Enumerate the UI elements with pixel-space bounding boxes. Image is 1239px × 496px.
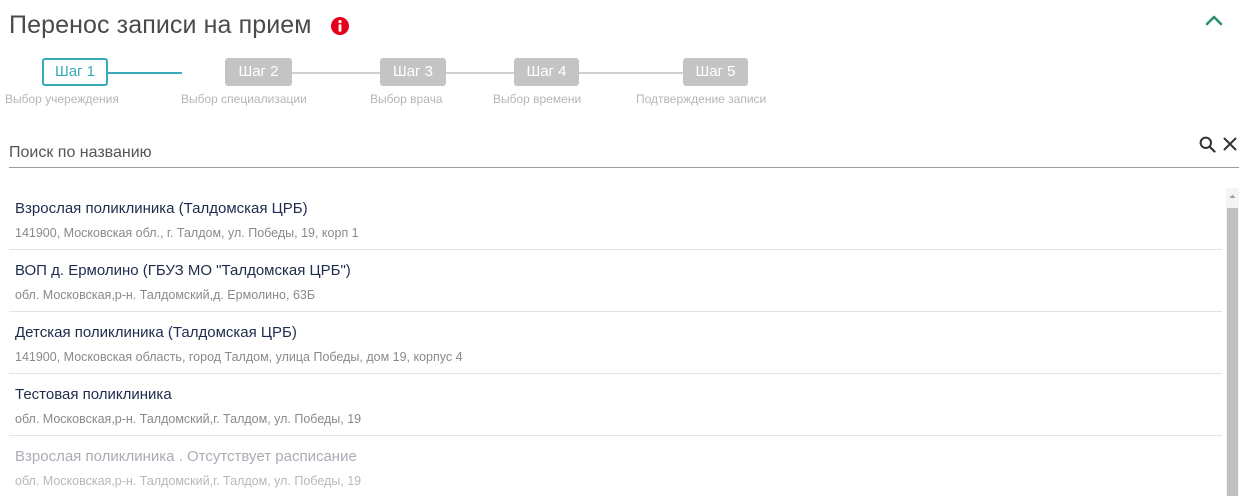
clinic-name: ВОП д. Ермолино (ГБУЗ МО "Талдомская ЦРБ… [15,262,351,279]
step-connector-1 [108,72,182,74]
clinic-name: Детская поликлиника (Талдомская ЦРБ) [15,324,297,341]
info-icon[interactable] [330,16,349,35]
chevron-up-icon[interactable] [1205,13,1223,27]
list-scrollbar[interactable] [1226,188,1239,496]
scrollbar-thumb[interactable] [1227,208,1238,496]
step-1-box[interactable]: Шаг 1 [42,58,108,86]
step-connector-4 [579,72,683,74]
clinic-list-item[interactable]: ВОП д. Ермолино (ГБУЗ МО "Талдомская ЦРБ… [9,250,1222,312]
clinic-list-item[interactable]: Взрослая поликлиника (Талдомская ЦРБ) 14… [9,188,1222,250]
step-4-label[interactable]: Выбор времени [493,92,581,106]
clinic-address: 141900, Московская обл., г. Талдом, ул. … [15,226,359,240]
clinic-list: Взрослая поликлиника (Талдомская ЦРБ) 14… [9,188,1222,496]
step-3-label[interactable]: Выбор врача [370,92,443,106]
step-5-label[interactable]: Подтверждение записи [636,92,766,106]
clinic-address: обл. Московская,р-н. Талдомский,д. Ермол… [15,288,316,302]
stepper: Шаг 1 Шаг 2 Шаг 3 Шаг 4 Шаг 5 Выбор учер… [0,58,820,113]
clinic-name: Взрослая поликлиника . Отсутствует распи… [15,448,357,465]
clinic-address: 141900, Московская область, город Талдом… [15,350,463,364]
clinic-name: Тестовая поликлиника [15,386,172,403]
page-title: Перенос записи на прием [9,11,312,39]
scroll-up-arrow-icon[interactable] [1226,188,1239,206]
clinic-list-item[interactable]: Детская поликлиника (Талдомская ЦРБ) 141… [9,312,1222,374]
step-4-box[interactable]: Шаг 4 [514,58,579,86]
search-input[interactable] [9,140,1159,166]
search-icon[interactable] [1199,136,1216,153]
search-bar [9,136,1239,168]
step-connector-2 [292,72,380,74]
clinic-list-item-disabled: Взрослая поликлиника . Отсутствует распи… [9,436,1222,496]
step-3-box[interactable]: Шаг 3 [380,58,446,86]
close-icon[interactable] [1223,137,1237,151]
step-1-label[interactable]: Выбор учереждения [5,92,119,106]
step-5-box[interactable]: Шаг 5 [683,58,748,86]
clinic-list-item[interactable]: Тестовая поликлиника обл. Московская,р-н… [9,374,1222,436]
clinic-address: обл. Московская,р-н. Талдомский,г. Талдо… [15,474,362,488]
step-2-box[interactable]: Шаг 2 [225,58,292,86]
step-2-label[interactable]: Выбор специализации [181,92,307,106]
clinic-address: обл. Московская,р-н. Талдомский,г. Талдо… [15,412,362,426]
step-connector-3 [446,72,514,74]
page-header: Перенос записи на прием [9,11,349,40]
clinic-name: Взрослая поликлиника (Талдомская ЦРБ) [15,200,308,217]
